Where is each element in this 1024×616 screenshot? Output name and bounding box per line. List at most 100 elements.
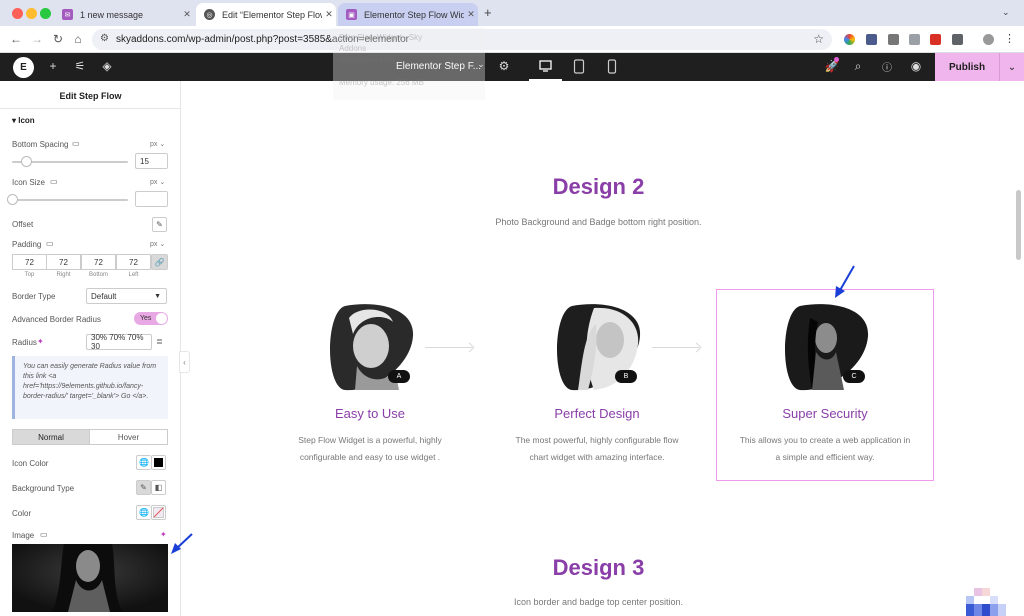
responsive-desktop-icon[interactable]: ▭ bbox=[46, 239, 54, 248]
elementor-logo-button[interactable]: E bbox=[13, 57, 34, 78]
extension-red-icon[interactable] bbox=[930, 34, 941, 45]
offset-edit-pencil-icon[interactable]: ✎ bbox=[152, 217, 167, 232]
dynamic-tags-icon[interactable]: ≣ bbox=[152, 334, 167, 349]
mobile-icon[interactable] bbox=[607, 59, 617, 75]
panel-divider bbox=[0, 108, 181, 109]
structure-layers-icon[interactable]: ◈ bbox=[99, 59, 115, 73]
extension-translate-icon[interactable] bbox=[909, 34, 920, 45]
tab-new-message[interactable]: ✉ 1 new message ✕ bbox=[54, 3, 194, 26]
tab-label: 1 new message bbox=[80, 9, 144, 20]
design3-heading: Design 3 bbox=[552, 555, 645, 580]
bottom-spacing-slider-handle[interactable] bbox=[20, 156, 32, 167]
close-tab-icon[interactable]: ✕ bbox=[322, 9, 336, 20]
responsive-desktop-icon[interactable]: ▭ bbox=[50, 177, 58, 186]
padding-side-label: Bottom bbox=[88, 272, 108, 278]
browser-menu-icon[interactable]: ⋮ bbox=[1004, 32, 1015, 45]
desc-line: Step Flow Widget is a powerful, highly bbox=[298, 435, 442, 445]
section-header-icon[interactable]: ▾ Icon bbox=[12, 116, 35, 125]
padding-unit[interactable]: px ⌄ bbox=[150, 240, 165, 248]
desktop-view-tab[interactable] bbox=[529, 53, 562, 81]
step-description: Step Flow Widget is a powerful, highly c… bbox=[265, 432, 475, 466]
padding-top-input[interactable]: 72 bbox=[12, 254, 47, 270]
radius-input[interactable]: 30% 70% 70% 30 bbox=[86, 333, 152, 351]
global-colors-icon[interactable]: 🌐 bbox=[136, 505, 151, 520]
ghost-line: skyaddons.com bbox=[339, 55, 395, 64]
padding-link-icon[interactable]: 🔗 bbox=[151, 254, 168, 270]
back-arrow-icon[interactable]: ← bbox=[8, 32, 24, 46]
icon-size-slider-handle[interactable] bbox=[7, 194, 18, 205]
profile-avatar-icon[interactable] bbox=[983, 34, 994, 45]
global-colors-icon[interactable]: 🌐 bbox=[136, 455, 151, 470]
background-gradient-icon[interactable]: ◧ bbox=[151, 480, 166, 495]
ai-sparkle-icon[interactable]: ✦ bbox=[37, 337, 44, 346]
extensions-puzzle-icon[interactable] bbox=[952, 34, 963, 45]
padding-side-label: Right bbox=[56, 272, 71, 278]
bottom-spacing-unit[interactable]: px ⌄ bbox=[150, 140, 165, 148]
extension-download-icon[interactable] bbox=[888, 34, 899, 45]
panel-collapse-chevron-icon[interactable]: ‹ bbox=[179, 351, 190, 373]
padding-side-label: Left bbox=[128, 272, 139, 278]
preview-eye-icon[interactable]: ◉ bbox=[908, 59, 924, 73]
background-classic-brush-icon[interactable]: ✎ bbox=[136, 480, 151, 495]
color-label: Color bbox=[12, 509, 32, 518]
site-settings-icon[interactable]: ⚙ bbox=[100, 33, 109, 44]
radius-label: Radius bbox=[12, 338, 37, 347]
help-icon[interactable]: ⓘ bbox=[879, 59, 895, 74]
icon-size-unit[interactable]: px ⌄ bbox=[150, 178, 165, 186]
tab-normal[interactable]: Normal bbox=[12, 429, 90, 445]
panel-title: Edit Step Flow bbox=[59, 91, 122, 101]
ai-sparkle-icon[interactable]: ✦ bbox=[160, 530, 167, 539]
icon-size-slider[interactable] bbox=[12, 199, 128, 201]
home-icon[interactable]: ⌂ bbox=[70, 32, 86, 46]
close-window-button[interactable] bbox=[12, 8, 23, 19]
page-settings-gear-icon[interactable]: ⚙ bbox=[496, 59, 512, 73]
tab-step-flow-widget[interactable]: ▣ Elementor Step Flow Widget ✕ bbox=[338, 3, 478, 26]
step-badge: A bbox=[388, 370, 410, 383]
image-preview[interactable] bbox=[12, 544, 168, 612]
new-tab-button[interactable]: + bbox=[484, 5, 492, 20]
toggle-knob bbox=[156, 313, 167, 324]
editor-panel: Edit Step Flow ▾ Icon Bottom Spacing ▭ p… bbox=[0, 81, 181, 616]
finder-search-icon[interactable]: ⌕ bbox=[850, 59, 866, 74]
tab-edit-elementor[interactable]: ◎ Edit “Elementor Step Flow Wi ✕ bbox=[196, 3, 336, 26]
background-type-label: Background Type bbox=[12, 484, 75, 493]
color-empty-swatch[interactable] bbox=[151, 505, 166, 520]
site-settings-sliders-icon[interactable]: ⚟ bbox=[72, 59, 88, 73]
advanced-radius-toggle[interactable]: Yes bbox=[134, 312, 168, 325]
icon-size-input[interactable] bbox=[135, 191, 168, 207]
bottom-spacing-label: Bottom Spacing bbox=[12, 140, 69, 149]
publish-button[interactable]: Publish bbox=[935, 53, 999, 81]
bottom-spacing-input[interactable]: 15 bbox=[135, 153, 168, 169]
tablet-icon[interactable] bbox=[573, 59, 585, 75]
responsive-desktop-icon[interactable]: ▭ bbox=[40, 530, 48, 539]
padding-bottom-input[interactable]: 72 bbox=[81, 254, 116, 270]
extension-shield-icon[interactable] bbox=[866, 34, 877, 45]
extension-color-icon[interactable] bbox=[844, 34, 855, 45]
responsive-desktop-icon[interactable]: ▭ bbox=[72, 139, 80, 148]
ghost-overlay: Step Flow Widget - Sky Addons skyaddons.… bbox=[333, 28, 485, 100]
browser-tab-bar: ✉ 1 new message ✕ ◎ Edit “Elementor Step… bbox=[0, 0, 1024, 26]
forward-arrow-icon[interactable]: → bbox=[29, 32, 45, 46]
step-description: This allows you to create a web applicat… bbox=[720, 432, 930, 466]
swatch-fill bbox=[154, 458, 163, 467]
add-element-icon[interactable]: + bbox=[45, 59, 61, 73]
padding-right-input[interactable]: 72 bbox=[46, 254, 81, 270]
ghost-line: Memory usage: 256 MB bbox=[339, 78, 424, 87]
border-type-select[interactable]: Default ▼ bbox=[86, 288, 167, 304]
padding-left-input[interactable]: 72 bbox=[116, 254, 151, 270]
icon-color-swatch[interactable] bbox=[151, 455, 166, 470]
design2-subtitle: Photo Background and Badge bottom right … bbox=[495, 217, 702, 227]
close-tab-icon[interactable]: ✕ bbox=[464, 9, 478, 20]
tab-hover[interactable]: Hover bbox=[90, 429, 168, 445]
close-tab-icon[interactable]: ✕ bbox=[180, 9, 194, 20]
icon-color-label: Icon Color bbox=[12, 459, 49, 468]
reload-icon[interactable]: ↻ bbox=[50, 32, 66, 46]
bookmark-star-icon[interactable]: ☆ bbox=[813, 32, 824, 46]
maximize-window-button[interactable] bbox=[40, 8, 51, 19]
no-color-icon bbox=[153, 507, 164, 518]
desc-line: chart widget with amazing interface. bbox=[529, 452, 665, 462]
publish-options-chevron-icon[interactable]: ⌄ bbox=[999, 53, 1024, 81]
minimize-window-button[interactable] bbox=[26, 8, 37, 19]
tab-list-chevron-icon[interactable]: ⌄ bbox=[1002, 7, 1010, 18]
canvas-scrollbar[interactable] bbox=[1016, 190, 1021, 260]
